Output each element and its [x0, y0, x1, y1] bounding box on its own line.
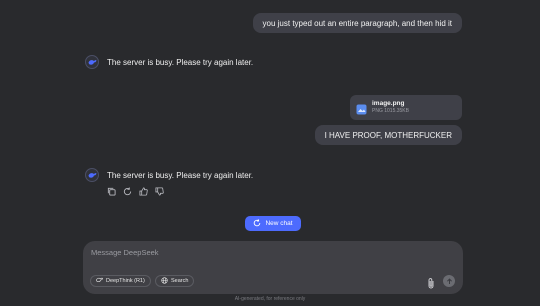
thumbs-up-icon[interactable] — [138, 186, 148, 196]
deepseek-logo-icon — [85, 168, 99, 182]
globe-icon — [161, 276, 168, 286]
attachment-card[interactable]: image.png PNG 1015.35KB — [350, 95, 462, 120]
image-file-icon — [356, 102, 367, 115]
regenerate-icon[interactable] — [122, 186, 132, 196]
assistant-message: The server is busy. Please try again lat… — [85, 55, 253, 69]
deepthink-toggle[interactable]: DeepThink (R1) — [90, 275, 151, 287]
attachment-meta: PNG 1015.35KB — [372, 108, 409, 114]
copy-icon[interactable] — [106, 186, 116, 196]
user-message: I HAVE PROOF, MOTHERFUCKER — [314, 125, 462, 145]
user-message-text: I HAVE PROOF, MOTHERFUCKER — [324, 130, 452, 140]
message-composer: DeepThink (R1) Search — [83, 241, 463, 294]
arrow-up-icon — [446, 277, 452, 284]
thumbs-down-icon[interactable] — [154, 186, 164, 196]
user-message-text: you just typed out an entire paragraph, … — [262, 18, 452, 28]
search-label: Search — [171, 278, 189, 284]
message-input[interactable] — [91, 248, 441, 257]
deepthink-label: DeepThink (R1) — [106, 278, 145, 284]
search-toggle[interactable]: Search — [155, 275, 195, 287]
attachment-name: image.png — [372, 100, 405, 107]
deepseek-logo-icon — [85, 55, 99, 69]
paperclip-icon[interactable] — [426, 276, 436, 289]
send-button[interactable] — [443, 275, 455, 287]
new-chat-icon — [253, 218, 261, 229]
assistant-message: The server is busy. Please try again lat… — [85, 168, 253, 182]
new-chat-label: New chat — [265, 220, 293, 227]
user-message: you just typed out an entire paragraph, … — [252, 13, 462, 33]
new-chat-button[interactable]: New chat — [245, 216, 301, 231]
assistant-message-text: The server is busy. Please try again lat… — [107, 57, 254, 67]
deepthink-icon — [96, 277, 103, 285]
message-actions — [106, 186, 164, 196]
assistant-message-text: The server is busy. Please try again lat… — [107, 170, 254, 180]
disclaimer-text: AI-generated, for reference only — [234, 296, 306, 302]
